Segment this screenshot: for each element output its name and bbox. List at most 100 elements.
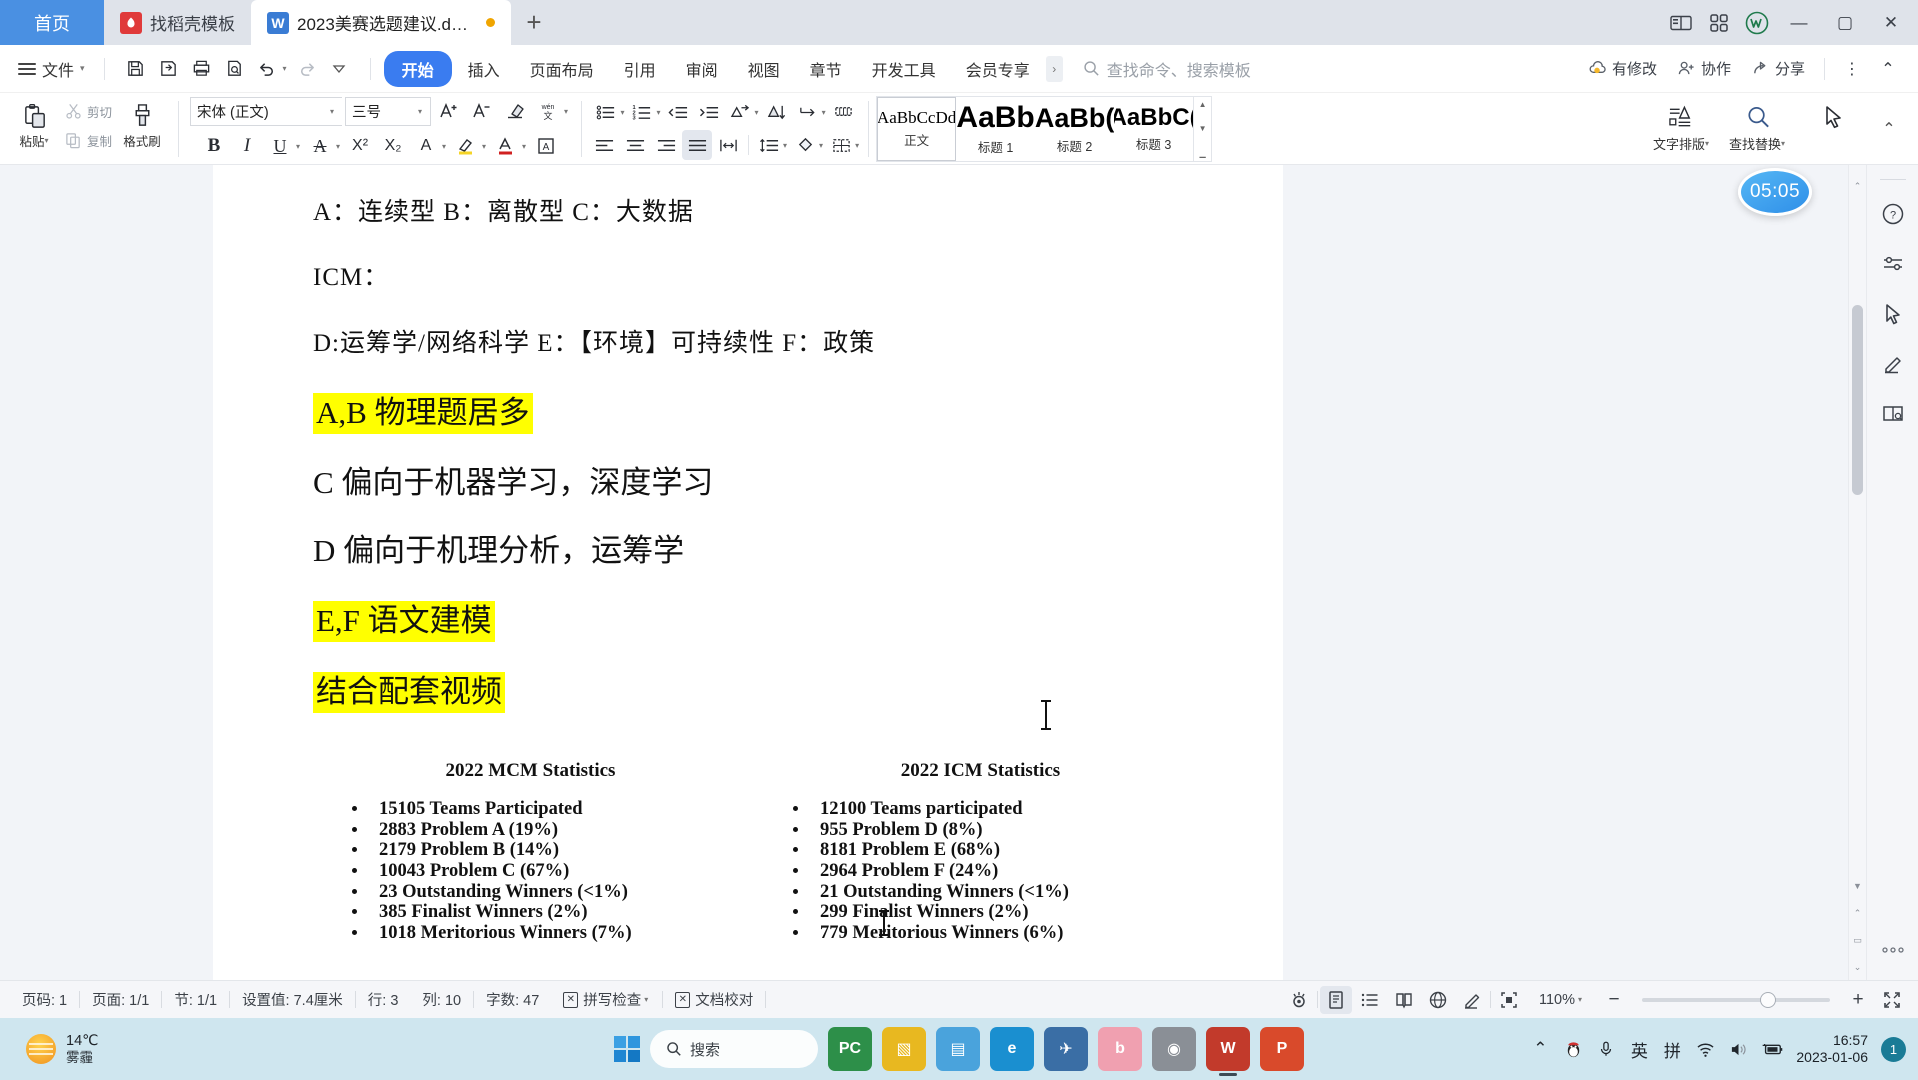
- underline-dropdown-icon[interactable]: ▾: [296, 142, 300, 151]
- taskbar-clock[interactable]: 16:57 2023-01-06: [1796, 1032, 1868, 1067]
- italic-icon[interactable]: I: [232, 131, 262, 161]
- undo-dropdown-icon[interactable]: ▾: [283, 64, 287, 73]
- font-name-combobox[interactable]: 宋体 (正文) ▾: [190, 96, 343, 126]
- status-word-count[interactable]: 字数: 47: [474, 989, 551, 1010]
- share-button[interactable]: 分享: [1743, 53, 1813, 84]
- borders-dropdown-icon[interactable]: ▾: [855, 141, 859, 150]
- customize-qat-icon[interactable]: [324, 53, 355, 84]
- font-size-dropdown-icon[interactable]: ▾: [418, 107, 422, 116]
- bullets-dropdown-icon[interactable]: ▾: [621, 108, 625, 117]
- ribbon-tabs-scroll-right-icon[interactable]: ›: [1045, 55, 1063, 82]
- ribbon-tab-references[interactable]: 引用: [610, 51, 670, 87]
- undo-icon[interactable]: [252, 53, 283, 84]
- ime-english-indicator[interactable]: 英: [1629, 1037, 1649, 1062]
- reading-layout-icon[interactable]: [1877, 398, 1909, 430]
- ribbon-tab-section[interactable]: 章节: [796, 51, 856, 87]
- align-right-icon[interactable]: [651, 130, 681, 160]
- status-column[interactable]: 列: 10: [410, 989, 473, 1010]
- align-center-icon[interactable]: [620, 130, 650, 160]
- outline-view-icon[interactable]: [1354, 986, 1386, 1014]
- status-row[interactable]: 行: 3: [356, 989, 411, 1010]
- ribbon-tab-page-layout[interactable]: 页面布局: [516, 51, 608, 87]
- style-gallery-expand-icon[interactable]: ▁: [1200, 149, 1206, 158]
- zoom-out-button[interactable]: −: [1598, 986, 1630, 1014]
- scroll-down-icon[interactable]: ▼: [1853, 877, 1862, 895]
- battery-charging-icon[interactable]: [1761, 1041, 1783, 1057]
- web-view-icon[interactable]: [1422, 986, 1454, 1014]
- previous-page-icon[interactable]: ⌃: [1854, 904, 1862, 922]
- save-icon[interactable]: [120, 53, 151, 84]
- pinyin-dropdown-icon[interactable]: ▾: [564, 107, 568, 116]
- status-setting-value[interactable]: 设置值: 7.4厘米: [230, 989, 355, 1010]
- reading-view-icon[interactable]: [1388, 986, 1420, 1014]
- taskbar-app-wps-writer[interactable]: W: [1206, 1027, 1250, 1071]
- page-view-icon[interactable]: [1319, 985, 1352, 1014]
- grow-font-icon[interactable]: [434, 96, 464, 126]
- help-icon[interactable]: ?: [1877, 198, 1909, 230]
- taskbar-app-bilibili[interactable]: b: [1098, 1027, 1142, 1071]
- ime-pinyin-indicator[interactable]: 拼: [1662, 1037, 1682, 1062]
- taskbar-app-edge[interactable]: e: [990, 1027, 1034, 1071]
- command-search-box[interactable]: 查找命令、搜索模板: [1083, 57, 1251, 81]
- select-button[interactable]: 选择: [1798, 96, 1870, 162]
- windows-start-icon[interactable]: [614, 1036, 640, 1062]
- split-view-icon[interactable]: [1668, 10, 1694, 36]
- ribbon-tab-start[interactable]: 开始: [383, 50, 452, 87]
- highlight-color-icon[interactable]: [451, 131, 481, 161]
- line-spacing-dropdown-icon[interactable]: ▾: [783, 141, 787, 150]
- strikethrough-icon[interactable]: A: [305, 131, 335, 161]
- print-preview-icon[interactable]: [219, 53, 250, 84]
- shrink-font-icon[interactable]: [467, 96, 497, 126]
- select-browse-object-icon[interactable]: ▭: [1853, 931, 1862, 949]
- style-item-heading1[interactable]: AaBb 标题 1: [956, 97, 1035, 161]
- clear-format-icon[interactable]: [500, 96, 530, 126]
- superscript-icon[interactable]: X²: [345, 131, 375, 161]
- taskbar-search-box[interactable]: 搜索: [650, 1030, 818, 1068]
- chevron-up-icon[interactable]: ⌃: [1872, 55, 1904, 83]
- volume-icon[interactable]: [1728, 1041, 1748, 1058]
- doc-proof-button[interactable]: ✕ 文档校对: [663, 989, 765, 1010]
- font-color-dropdown-icon[interactable]: ▾: [522, 142, 526, 151]
- microphone-icon[interactable]: [1596, 1040, 1616, 1058]
- taskbar-app-wps-presentation[interactable]: P: [1260, 1027, 1304, 1071]
- wps-logo-icon[interactable]: [1744, 10, 1770, 36]
- style-item-normal[interactable]: AaBbCcDd 正文: [877, 96, 957, 161]
- more-vertical-icon[interactable]: ⋮: [1836, 55, 1868, 83]
- subscript-icon[interactable]: X₂: [378, 131, 408, 161]
- style-item-heading3[interactable]: AaBbC( 标题 3: [1114, 97, 1193, 161]
- select-cursor-icon[interactable]: [1877, 298, 1909, 330]
- ribbon-tab-vip[interactable]: 会员专享: [952, 51, 1044, 87]
- ribbon-tab-insert[interactable]: 插入: [454, 51, 514, 87]
- line-spacing-icon[interactable]: [754, 130, 784, 160]
- bold-icon[interactable]: B: [199, 131, 229, 161]
- text-typeset-dropdown-icon[interactable]: ▾: [1705, 139, 1709, 148]
- eye-protection-icon[interactable]: [1283, 986, 1315, 1014]
- strikethrough-dropdown-icon[interactable]: ▾: [336, 142, 340, 151]
- line-grid-icon[interactable]: [829, 97, 859, 127]
- zoom-level-button[interactable]: 110% ▾: [1527, 992, 1596, 1008]
- numbering-dropdown-icon[interactable]: ▾: [657, 108, 661, 117]
- zoom-slider[interactable]: [1642, 991, 1830, 1008]
- decrease-indent-icon[interactable]: [664, 97, 694, 127]
- text-typeset-button[interactable]: 文字排版 ▾: [1646, 96, 1718, 162]
- font-name-dropdown-icon[interactable]: ▾: [330, 107, 334, 116]
- new-tab-button[interactable]: +: [511, 0, 557, 45]
- fit-page-icon[interactable]: [1493, 986, 1525, 1014]
- fullscreen-icon[interactable]: [1876, 986, 1908, 1014]
- font-size-combobox[interactable]: 三号 ▾: [345, 96, 432, 126]
- align-left-icon[interactable]: [589, 130, 619, 160]
- multilevel-dropdown-icon[interactable]: ▾: [755, 108, 759, 117]
- char-border-dropdown-icon[interactable]: ▾: [442, 142, 446, 151]
- numbering-icon[interactable]: 123: [628, 97, 658, 127]
- show-hidden-icons-icon[interactable]: ⌃: [1530, 1039, 1550, 1059]
- taskbar-app-bird[interactable]: ✈: [1044, 1027, 1088, 1071]
- next-page-icon[interactable]: ⌄: [1854, 958, 1862, 976]
- cut-button[interactable]: 剪切: [60, 98, 117, 125]
- notification-badge[interactable]: 1: [1881, 1036, 1906, 1062]
- shading-dropdown-icon[interactable]: ▾: [819, 141, 823, 150]
- home-tab[interactable]: 首页: [0, 0, 104, 45]
- copy-button[interactable]: 复制: [60, 127, 117, 154]
- scroll-top-icon[interactable]: ⌃: [1854, 177, 1862, 195]
- format-painter-button[interactable]: 格式刷: [117, 93, 167, 159]
- distribute-icon[interactable]: [713, 130, 743, 160]
